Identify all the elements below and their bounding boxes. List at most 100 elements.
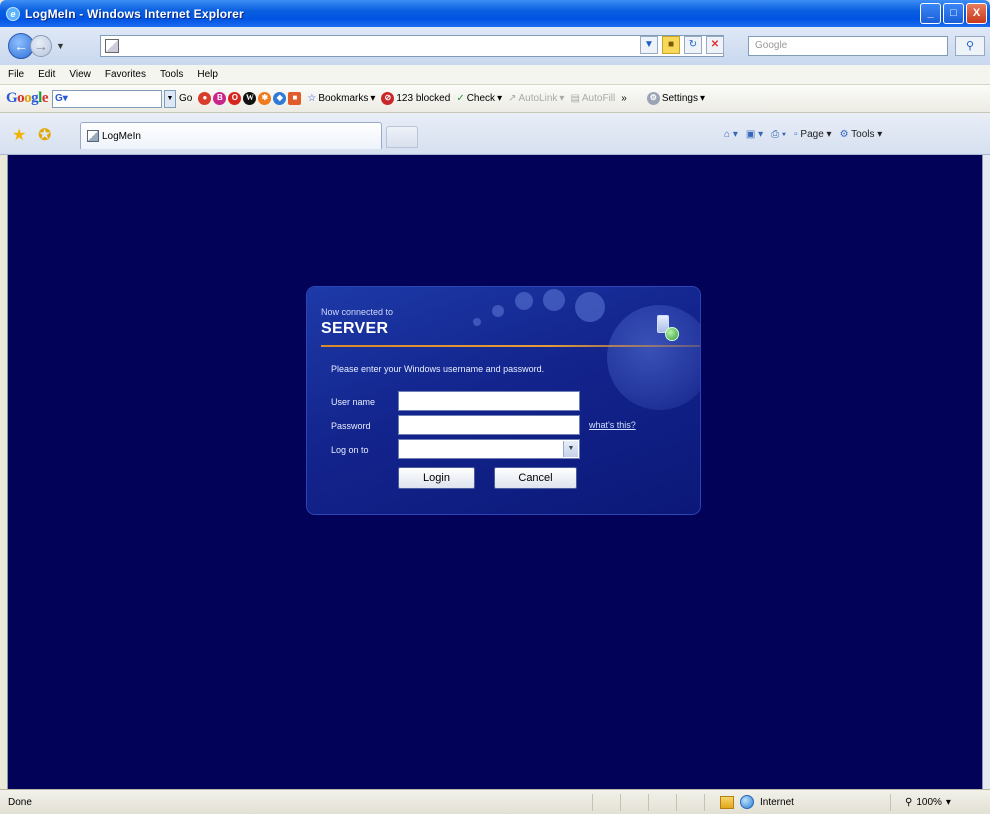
address-dropdown-icon[interactable]: ▼: [640, 36, 658, 54]
decorative-bubble: [515, 292, 533, 310]
login-prompt: Please enter your Windows username and p…: [331, 364, 545, 374]
google-toolbar: Google G▾ ▼ Go ● B O W ✱ ◆ ■ ☆ Bookmarks ▾…: [0, 85, 990, 113]
server-globe-shape: [665, 327, 679, 341]
google-go-button[interactable]: Go: [179, 93, 192, 104]
login-button[interactable]: Login: [398, 467, 475, 489]
menu-edit[interactable]: Edit: [38, 69, 55, 80]
search-input[interactable]: Google: [748, 36, 948, 56]
address-toolbar: ← → ▼ ▼ ■ ↻ ✕ Google ⚲: [0, 27, 990, 65]
google-logo: Google: [6, 90, 49, 106]
tab-label: LogMeIn: [102, 130, 141, 142]
status-bar: Done Internet ⚲ 100% ▾: [0, 789, 990, 814]
stop-icon[interactable]: ✕: [706, 36, 724, 54]
tools-menu[interactable]: ⚙ Tools ▾: [840, 129, 883, 140]
status-separator: [676, 794, 677, 811]
decorative-bubble: [543, 289, 565, 311]
status-separator: [890, 794, 891, 811]
minimize-button[interactable]: _: [920, 3, 941, 24]
menu-bar: File Edit View Favorites Tools Help: [0, 65, 990, 85]
status-separator: [620, 794, 621, 811]
spellcheck-button[interactable]: ✓ Check ▾: [456, 93, 502, 104]
logon-label: Log on to: [331, 445, 369, 455]
menu-help[interactable]: Help: [197, 69, 218, 80]
settings-button[interactable]: ⚙ Settings ▾: [646, 92, 705, 105]
zone-label: Internet: [760, 796, 794, 808]
tab-logmein[interactable]: LogMeIn: [80, 122, 382, 149]
connected-text: Now connected to: [321, 307, 394, 317]
page-menu-label: Page: [800, 129, 824, 140]
close-button[interactable]: X: [966, 3, 987, 24]
autolink-label: AutoLink: [518, 93, 558, 104]
whats-this-link[interactable]: what's this?: [589, 420, 636, 430]
decorative-bubble: [492, 305, 504, 317]
settings-icon: ⚙: [646, 92, 660, 105]
forward-arrow-icon[interactable]: →: [30, 35, 52, 57]
autofill-button[interactable]: ▤ AutoFill: [570, 93, 615, 104]
google-search-dropdown[interactable]: ▼: [164, 89, 177, 108]
google-search-input[interactable]: G▾: [52, 89, 163, 108]
blogger-icon[interactable]: B: [213, 92, 227, 105]
password-field[interactable]: [398, 415, 580, 435]
login-dialog: Now connected to SERVER Please enter you…: [307, 287, 700, 514]
address-bar[interactable]: [100, 35, 724, 57]
page-menu[interactable]: ▫ Page ▾: [794, 129, 832, 140]
zoom-icon: ⚲: [905, 797, 913, 808]
search-icon[interactable]: ⚲: [955, 36, 985, 56]
more-button[interactable]: »: [621, 93, 627, 104]
news-icon[interactable]: ■: [288, 92, 302, 105]
address-controls: ▼ ■ ↻ ✕: [640, 36, 724, 54]
new-tab-button[interactable]: [386, 126, 418, 148]
autolink-button[interactable]: ↗ AutoLink ▾: [508, 93, 564, 104]
menu-favorites[interactable]: Favorites: [105, 69, 146, 80]
window-title-bar: e LogMeIn - Windows Internet Explorer _ …: [0, 0, 990, 27]
zoom-control[interactable]: ⚲ 100% ▾: [905, 797, 951, 808]
security-zone[interactable]: Internet: [720, 795, 794, 809]
wikipedia-icon[interactable]: W: [243, 92, 257, 105]
check-label: Check: [466, 93, 496, 104]
spellcheck-icon: ✓: [456, 93, 465, 104]
feeds-icon[interactable]: ▣ ▾: [746, 129, 763, 140]
menu-view[interactable]: View: [69, 69, 91, 80]
maximize-button[interactable]: □: [943, 3, 964, 24]
home-icon[interactable]: ⌂ ▾: [724, 129, 738, 140]
username-label: User name: [331, 397, 376, 407]
popup-blocker-icon: ⊘: [381, 92, 395, 105]
google-go-label: Go: [179, 93, 193, 104]
picasa-icon[interactable]: ✱: [258, 92, 272, 105]
favorites-star-icon[interactable]: ★: [12, 125, 26, 145]
bookmarks-button[interactable]: ☆ Bookmarks ▾: [307, 93, 375, 104]
decorative-bubble: [473, 318, 481, 326]
refresh-icon[interactable]: ↻: [684, 36, 702, 54]
server-name: SERVER: [321, 320, 389, 337]
tools-menu-icon: ⚙: [839, 129, 849, 140]
username-field[interactable]: [398, 391, 580, 411]
add-favorites-icon[interactable]: ✪: [38, 125, 51, 145]
status-separator: [704, 794, 705, 811]
toolbar-icons: ● B O W ✱ ◆ ■: [198, 92, 302, 105]
orkut-icon[interactable]: O: [228, 92, 242, 105]
autofill-label: AutoFill: [581, 93, 616, 104]
page-scroll-edge: [983, 155, 990, 789]
menu-file[interactable]: File: [8, 69, 24, 80]
settings-label: Settings: [661, 93, 698, 104]
print-icon[interactable]: ⎙ ▾: [771, 129, 786, 140]
recent-pages-dropdown[interactable]: ▼: [56, 41, 65, 51]
autofill-icon: ▤: [570, 93, 580, 104]
protected-mode-icon: [720, 795, 734, 809]
popup-blocker-button[interactable]: ⊘ 123 blocked: [381, 92, 450, 105]
chevron-down-icon[interactable]: ▼: [563, 441, 578, 457]
tools-menu-label: Tools: [851, 129, 875, 140]
ie-icon: e: [6, 6, 20, 21]
page-menu-icon: ▫: [794, 129, 798, 140]
pagerank-icon[interactable]: ●: [198, 92, 212, 105]
status-text: Done: [8, 797, 32, 808]
autolink-icon: ↗: [508, 93, 517, 104]
zoom-dropdown-icon: ▾: [945, 797, 951, 808]
bookmarks-label: Bookmarks: [318, 93, 369, 104]
lock-icon[interactable]: ■: [662, 36, 680, 54]
logon-domain-select[interactable]: ▼: [398, 439, 580, 459]
window-controls: _ □ X: [920, 3, 987, 24]
cancel-button[interactable]: Cancel: [494, 467, 577, 489]
translate-icon[interactable]: ◆: [273, 92, 287, 105]
menu-tools[interactable]: Tools: [160, 69, 183, 80]
